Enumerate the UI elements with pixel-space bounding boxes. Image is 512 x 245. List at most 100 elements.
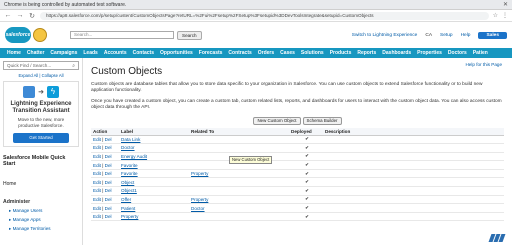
edit-link[interactable]: Edit xyxy=(93,188,101,193)
header-links: Switch to Lightning Experience CA Setup … xyxy=(352,31,507,39)
edit-link[interactable]: Edit xyxy=(93,180,101,185)
column-header-deployed[interactable]: Deployed xyxy=(289,128,323,136)
edit-link[interactable]: Edit xyxy=(93,214,101,219)
edit-link[interactable]: Edit xyxy=(93,154,101,159)
tab-orders[interactable]: Orders xyxy=(255,50,277,56)
tab-leads[interactable]: Leads xyxy=(80,50,100,56)
back-icon[interactable]: ← xyxy=(4,12,12,19)
app-switcher-button[interactable]: Sales xyxy=(478,31,507,39)
search-button[interactable]: Search xyxy=(177,30,202,40)
sidebar-section-administer: Administer xyxy=(3,199,31,205)
tab-products[interactable]: Products xyxy=(327,50,355,56)
delete-link[interactable]: Del xyxy=(105,145,112,150)
description-cell xyxy=(323,135,504,145)
tab-home[interactable]: Home xyxy=(4,50,24,56)
search-input[interactable]: Search... xyxy=(70,31,174,39)
tab-accounts[interactable]: Accounts xyxy=(101,50,130,56)
sidebar-item-home[interactable]: Home xyxy=(3,181,79,187)
tab-cases[interactable]: Cases xyxy=(277,50,298,56)
get-started-button[interactable]: Get Started xyxy=(13,133,69,143)
schema-builder-button[interactable]: Schema Builder xyxy=(302,117,342,125)
edit-link[interactable]: Edit xyxy=(93,137,101,142)
automation-infobar: Chrome is being controlled by automated … xyxy=(0,0,512,10)
expand-collapse-links[interactable]: Expand All | Collapse All xyxy=(3,73,79,78)
setup-link[interactable]: Setup xyxy=(440,33,453,38)
salesforce-logo[interactable]: salesforce xyxy=(5,27,31,43)
tab-reports[interactable]: Reports xyxy=(354,50,379,56)
related-to-link[interactable]: Property xyxy=(191,197,208,202)
tab-forecasts[interactable]: Forecasts xyxy=(196,50,226,56)
help-for-page-link[interactable]: Help for this Page xyxy=(465,62,502,67)
tab-dashboards[interactable]: Dashboards xyxy=(379,50,414,56)
reload-icon[interactable]: ↻ xyxy=(28,12,36,20)
edit-link[interactable]: Edit xyxy=(93,206,101,211)
delete-link[interactable]: Del xyxy=(105,206,112,211)
description-cell xyxy=(323,169,504,179)
object-label-link[interactable]: Patient xyxy=(121,206,135,211)
tab-opportunities[interactable]: Opportunities xyxy=(157,50,196,56)
delete-link[interactable]: Del xyxy=(105,137,112,142)
new-custom-object-button[interactable]: New Custom Object xyxy=(253,117,301,125)
table-row: Edit | Del Doctor ✔ xyxy=(91,143,504,153)
object-label-link[interactable]: Favorite xyxy=(121,163,138,168)
delete-link[interactable]: Del xyxy=(105,154,112,159)
edit-link[interactable]: Edit xyxy=(93,145,101,150)
column-header-label[interactable]: Label xyxy=(119,128,189,136)
object-label-link[interactable]: Energy Audit xyxy=(121,154,147,159)
delete-link[interactable]: Del xyxy=(105,214,112,219)
tab-patien[interactable]: Patien xyxy=(470,50,491,56)
object-label-link[interactable]: Data Link xyxy=(121,137,140,142)
delete-link[interactable]: Del xyxy=(105,180,112,185)
lex-title: Lightning Experience Transition Assistan… xyxy=(10,101,72,114)
tab-doctors[interactable]: Doctors xyxy=(445,50,470,56)
deployed-check-icon: ✔ xyxy=(289,186,323,196)
object-label-link[interactable]: Property xyxy=(121,214,138,219)
tab-solutions[interactable]: Solutions xyxy=(298,50,327,56)
deployed-check-icon: ✔ xyxy=(289,212,323,222)
delete-link[interactable]: Del xyxy=(105,188,112,193)
sidebar-item-manage-users[interactable]: ▸ Manage Users xyxy=(3,208,79,214)
tab-properties[interactable]: Properties xyxy=(414,50,445,56)
delete-link[interactable]: Del xyxy=(105,163,112,168)
tab-chatter[interactable]: Chatter xyxy=(24,50,48,56)
switch-lightning-link[interactable]: Switch to Lightning Experience xyxy=(352,33,418,38)
column-header-action[interactable]: Action xyxy=(91,128,119,136)
edit-link[interactable]: Edit xyxy=(93,197,101,202)
bookmark-star-icon[interactable]: ☆ xyxy=(493,12,498,19)
object-label-link[interactable]: Object1 xyxy=(121,188,137,193)
address-bar-row: ← → ↻ https://ap8.salesforce.com/p/setup… xyxy=(0,10,512,22)
edit-link[interactable]: Edit xyxy=(93,163,101,168)
page-title: Custom Objects xyxy=(91,66,163,77)
search-icon: ⌕ xyxy=(72,62,75,69)
delete-link[interactable]: Del xyxy=(105,171,112,176)
sidebar-item-manage-territories[interactable]: ▸ Manage Territories xyxy=(3,226,79,232)
forward-icon[interactable]: → xyxy=(16,12,24,19)
table-row: Edit | Del Patient Doctor ✔ xyxy=(91,203,504,213)
column-header-description[interactable]: Description xyxy=(323,128,504,136)
object-label-link[interactable]: Doctor xyxy=(121,145,135,150)
tab-contracts[interactable]: Contracts xyxy=(225,50,254,56)
help-link[interactable]: Help xyxy=(461,33,471,38)
quick-find-input[interactable]: Quick Find / Search... ⌕ xyxy=(3,61,79,70)
intro-paragraph-2: Once you have created a custom object, y… xyxy=(91,99,502,110)
description-cell xyxy=(323,203,504,213)
object-label-link[interactable]: Offer xyxy=(121,197,131,202)
close-icon[interactable]: ✕ xyxy=(503,1,508,8)
sidebar-item-mobile-quick-start[interactable]: Salesforce Mobile Quick Start xyxy=(3,155,79,167)
menu-icon[interactable]: ⋮ xyxy=(502,12,508,19)
tab-campaigns[interactable]: Campaigns xyxy=(47,50,80,56)
edit-link[interactable]: Edit xyxy=(93,171,101,176)
address-bar[interactable]: https://ap8.salesforce.com/p/setup/custe… xyxy=(40,11,489,20)
column-header-related-to[interactable]: Related To xyxy=(189,128,289,136)
tab-contacts[interactable]: Contacts xyxy=(130,50,157,56)
user-menu[interactable]: CA xyxy=(425,33,432,38)
related-to-link[interactable]: Property xyxy=(191,171,208,176)
delete-link[interactable]: Del xyxy=(105,197,112,202)
object-label-link[interactable]: Object xyxy=(121,180,134,185)
deployed-check-icon: ✔ xyxy=(289,177,323,188)
sidebar-item-manage-apps[interactable]: ▸ Manage Apps xyxy=(3,217,79,223)
table-row: Edit | Del Favorite ✔ xyxy=(91,160,504,170)
tab-bar: Home Chatter Campaigns Leads Accounts Contact… xyxy=(0,48,512,58)
related-to-link[interactable]: Doctor xyxy=(191,206,205,211)
object-label-link[interactable]: Favorite xyxy=(121,171,138,176)
